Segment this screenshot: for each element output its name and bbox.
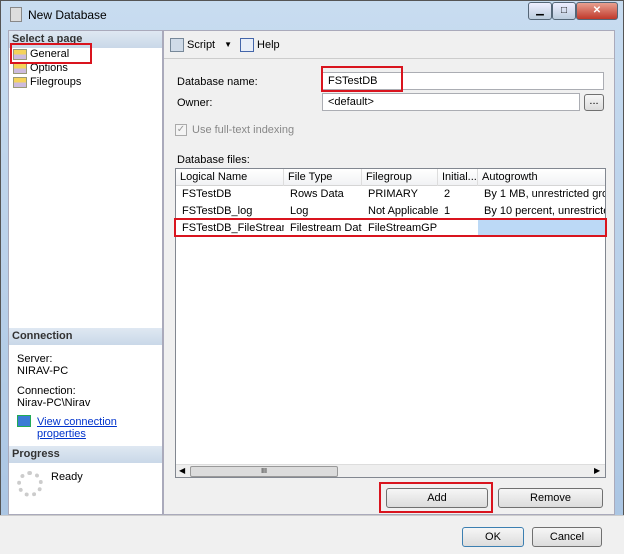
database-name-label: Database name:: [177, 76, 258, 88]
grid-header: Logical Name File Type Filegroup Initial…: [176, 169, 605, 186]
scroll-left-icon[interactable]: ◀: [179, 466, 185, 475]
view-connection-properties-link[interactable]: View connection properties: [37, 416, 162, 440]
database-icon: [10, 7, 22, 22]
script-icon: [170, 37, 184, 52]
highlight-box: [10, 43, 92, 64]
browse-owner-button[interactable]: ...: [584, 94, 604, 111]
progress-status: Ready: [51, 471, 83, 483]
footer-bar: [0, 515, 624, 554]
connection-value: Nirav-PC\Nirav: [17, 397, 91, 409]
column-header[interactable]: File Type: [284, 169, 362, 186]
server-label: Server:: [17, 353, 53, 365]
remove-button[interactable]: Remove: [498, 488, 603, 508]
column-header[interactable]: Initial...: [438, 169, 478, 186]
connection-properties-icon: [17, 415, 31, 427]
minimize-button[interactable]: ▁: [528, 2, 552, 20]
highlight-box: [174, 218, 607, 237]
highlight-box: [321, 66, 403, 92]
database-files-grid: Logical Name File Type Filegroup Initial…: [175, 168, 606, 478]
connection-header: Connection: [9, 328, 162, 345]
highlight-box: [379, 482, 493, 513]
toolbar: Script ▼ Help: [164, 31, 614, 59]
sidebar-item-filegroups[interactable]: Filegroups: [13, 75, 81, 89]
page-icon: [13, 76, 27, 88]
sidebar: Select a page General Options Filegroups…: [8, 30, 163, 515]
fulltext-label: Use full-text indexing: [192, 124, 295, 136]
progress-header: Progress: [9, 446, 162, 463]
horizontal-scrollbar[interactable]: ◀ III ▶: [176, 464, 605, 477]
database-files-label: Database files:: [177, 154, 250, 166]
ok-button[interactable]: OK: [462, 527, 524, 547]
maximize-button[interactable]: □: [552, 2, 576, 20]
cancel-button[interactable]: Cancel: [532, 527, 602, 547]
scroll-right-icon[interactable]: ▶: [594, 466, 600, 475]
help-icon: [240, 37, 255, 52]
script-button[interactable]: Script ▼: [170, 37, 233, 52]
owner-input[interactable]: <default>: [322, 93, 580, 111]
server-value: NIRAV-PC: [17, 365, 69, 377]
connection-label: Connection:: [17, 385, 76, 397]
fulltext-checkbox[interactable]: ✓: [175, 124, 187, 136]
help-button[interactable]: Help: [240, 37, 280, 52]
column-header[interactable]: Filegroup: [362, 169, 438, 186]
owner-label: Owner:: [177, 97, 213, 109]
progress-spinner-icon: [17, 471, 43, 497]
window-title: New Database: [28, 8, 107, 22]
table-row[interactable]: FSTestDB Rows Data PRIMARY 2 By 1 MB, un…: [176, 186, 605, 203]
scrollbar-thumb[interactable]: III: [190, 466, 338, 477]
column-header[interactable]: Logical Name: [176, 169, 284, 186]
close-button[interactable]: ✕: [576, 2, 618, 20]
column-header[interactable]: Autogrowth: [478, 169, 605, 186]
page-icon: [13, 62, 27, 74]
chevron-down-icon: ▼: [224, 40, 233, 49]
